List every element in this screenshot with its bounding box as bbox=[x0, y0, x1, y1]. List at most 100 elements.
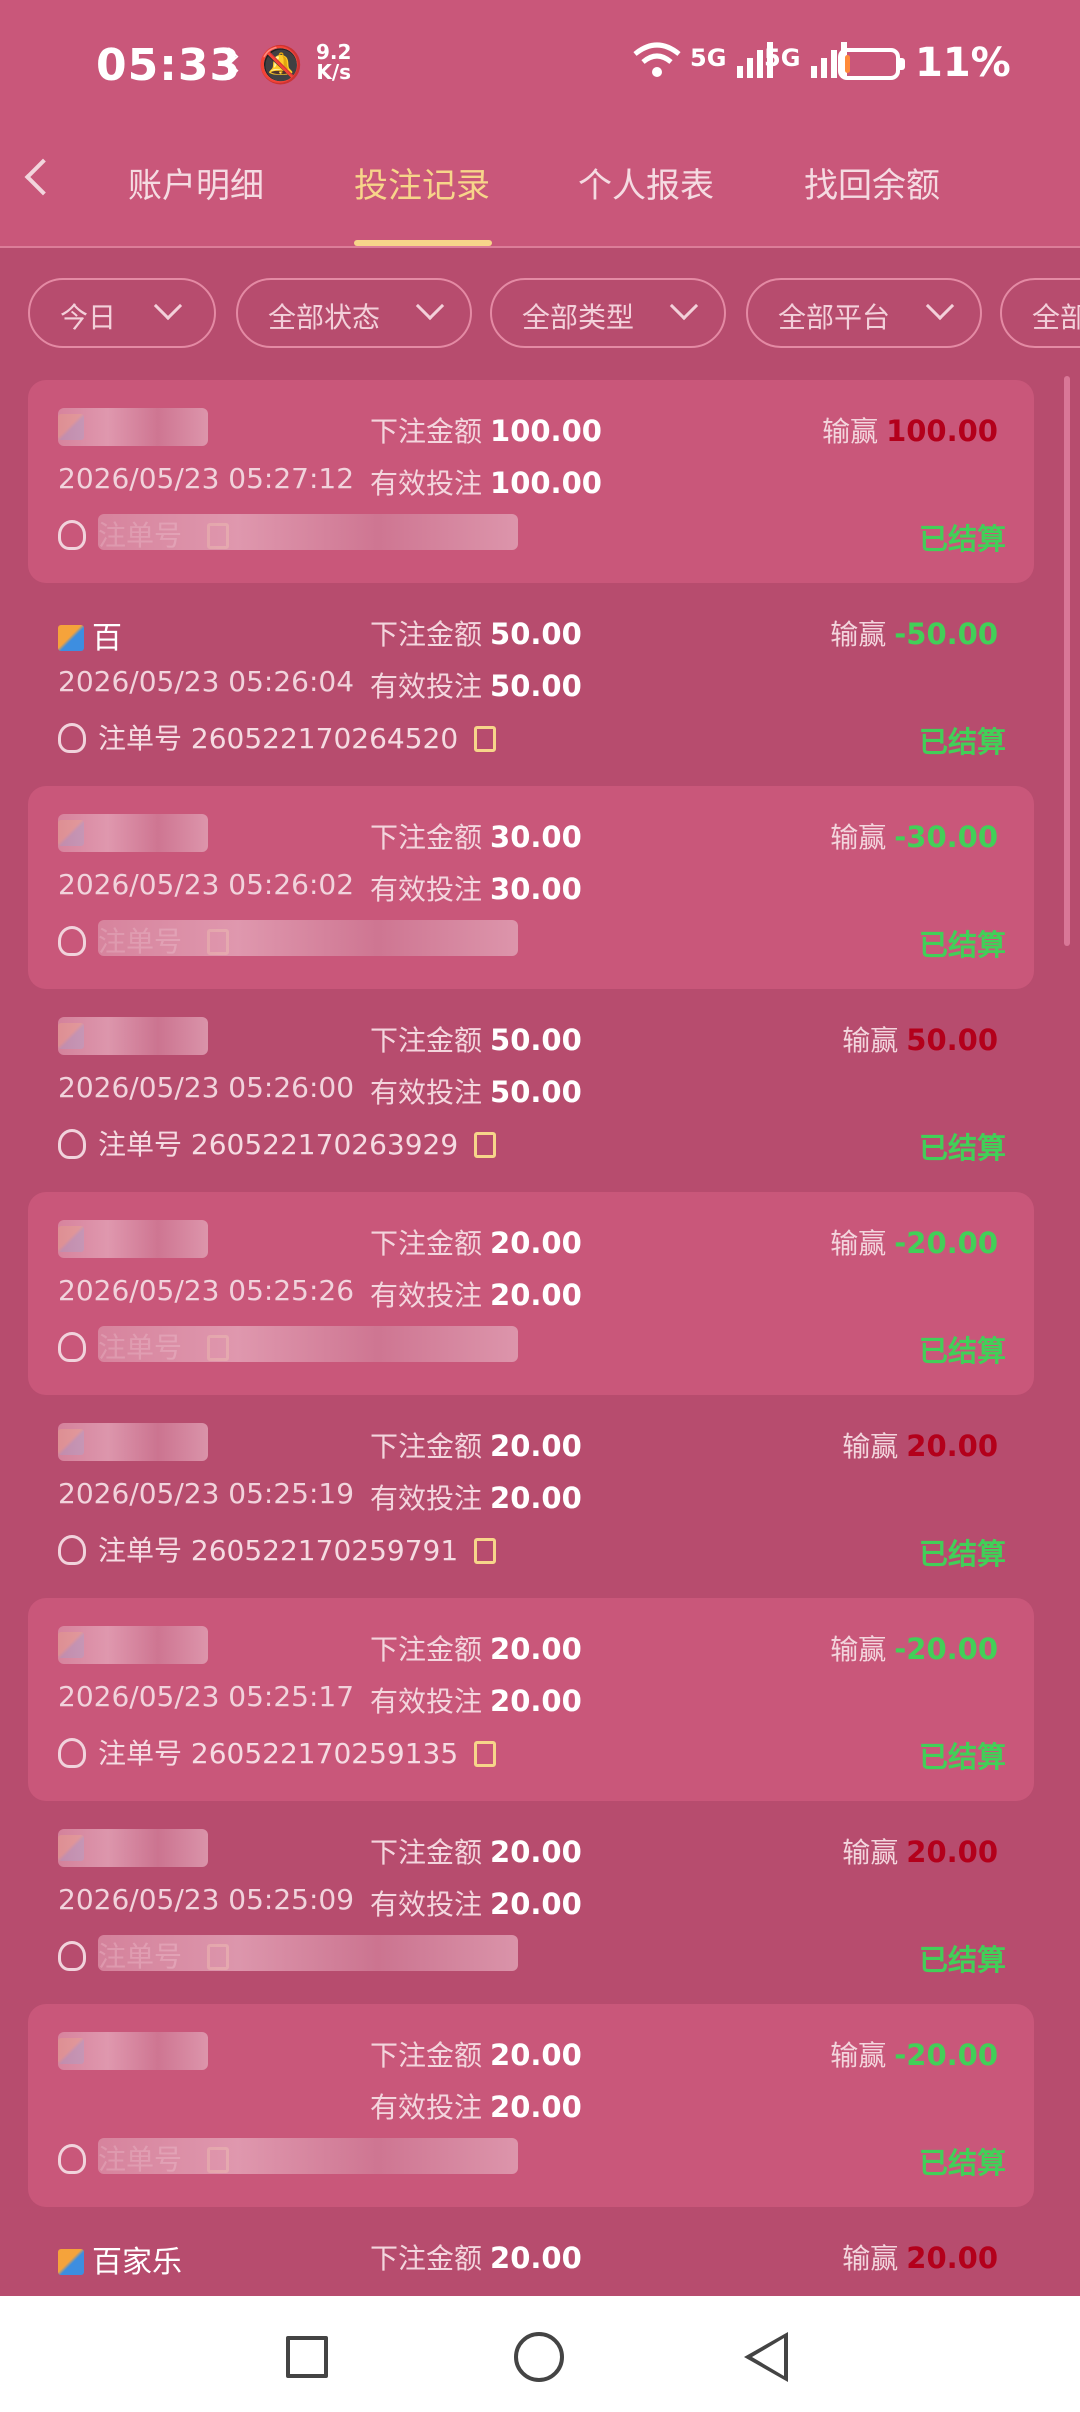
privacy-blur bbox=[58, 1017, 208, 1055]
user-avatar-icon bbox=[58, 520, 86, 550]
win-loss-label: 输赢 bbox=[830, 2039, 887, 2072]
win-loss: 输赢 -20.00 bbox=[830, 1222, 998, 1262]
copy-icon[interactable] bbox=[474, 1132, 497, 1158]
settled-status: 已结算 bbox=[918, 1943, 1006, 1977]
bet-amount-label: 下注金额 bbox=[370, 1633, 483, 1666]
valid-bet: 有效投注 20.00 bbox=[370, 1477, 582, 1517]
bet-record-row[interactable]: 2026/05/23 05:25:19 下注金额 20.00 有效投注 20.00 输赢 2… bbox=[28, 1395, 1034, 1598]
win-loss: 输赢 20.00 bbox=[842, 2237, 998, 2277]
bet-amount: 下注金额 20.00 bbox=[370, 2034, 582, 2074]
bet-amount-value: 20.00 bbox=[490, 2038, 582, 2072]
bet-time: 2026/05/23 05:26:02 bbox=[58, 868, 355, 901]
win-loss: 输赢 -20.00 bbox=[830, 2034, 998, 2074]
filter-type[interactable]: 全部类型 bbox=[490, 278, 726, 348]
bet-record-row[interactable]: 2026/05/23 05:26:02 下注金额 30.00 有效投注 30.00 输赢 -… bbox=[28, 786, 1034, 989]
win-loss: 输赢 100.00 bbox=[822, 410, 998, 450]
mute-bell-icon: 🔕 bbox=[258, 45, 303, 86]
bet-amount-value: 20.00 bbox=[490, 1835, 582, 1869]
valid-bet-label: 有效投注 bbox=[370, 1482, 483, 1515]
game-name-text: 百 bbox=[92, 621, 122, 656]
battery-tip bbox=[900, 58, 905, 70]
recent-apps-icon[interactable] bbox=[286, 2336, 328, 2378]
filter-more[interactable]: 全部 bbox=[1000, 278, 1080, 348]
bet-amount-value: 30.00 bbox=[490, 820, 582, 854]
bet-amount: 下注金额 20.00 bbox=[370, 1425, 582, 1465]
valid-bet: 有效投注 50.00 bbox=[370, 1071, 582, 1111]
privacy-blur bbox=[58, 814, 208, 852]
valid-bet: 有效投注 30.00 bbox=[370, 868, 582, 908]
scrollbar[interactable] bbox=[1064, 376, 1070, 946]
valid-bet-label: 有效投注 bbox=[370, 1076, 483, 1109]
valid-bet-value: 100.00 bbox=[490, 466, 602, 500]
copy-icon[interactable] bbox=[474, 726, 497, 752]
valid-bet-label: 有效投注 bbox=[370, 1279, 483, 1312]
valid-bet-label: 有效投注 bbox=[370, 1888, 483, 1921]
valid-bet-label: 有效投注 bbox=[370, 2091, 483, 2124]
user-avatar-icon bbox=[58, 1941, 86, 1971]
privacy-blur bbox=[98, 1326, 518, 1362]
privacy-blur bbox=[58, 1829, 208, 1867]
settled-status: 已结算 bbox=[918, 1740, 1006, 1774]
game-name: 百 bbox=[58, 613, 122, 657]
bet-record-row[interactable]: 百 2026/05/23 05:26:04 下注金额 50.00 有效投注 50.00 输赢… bbox=[28, 583, 1034, 786]
filter-status[interactable]: 全部状态 bbox=[236, 278, 472, 348]
win-loss-label: 输赢 bbox=[842, 1430, 899, 1463]
tab-personal-report[interactable]: 个人报表 bbox=[578, 158, 714, 207]
valid-bet: 有效投注 100.00 bbox=[370, 462, 602, 502]
copy-icon[interactable] bbox=[474, 1538, 497, 1564]
valid-bet-value: 50.00 bbox=[490, 1075, 582, 1109]
bet-record-row[interactable]: 2026/05/23 05:25:26 下注金额 20.00 有效投注 20.00 输赢 -… bbox=[28, 1192, 1034, 1395]
win-loss: 输赢 -30.00 bbox=[830, 816, 998, 856]
settled-status: 已结算 bbox=[918, 928, 1006, 962]
bet-amount-label: 下注金额 bbox=[370, 618, 483, 651]
bet-amount-value: 50.00 bbox=[490, 617, 582, 651]
bet-amount-label: 下注金额 bbox=[370, 1024, 483, 1057]
bet-time: 2026/05/23 05:26:04 bbox=[58, 665, 355, 698]
bet-time: 2026/05/23 05:25:17 bbox=[58, 1680, 355, 1713]
win-loss-label: 输赢 bbox=[830, 1227, 887, 1260]
valid-bet-value: 50.00 bbox=[490, 669, 582, 703]
order-value: 260522170259791 bbox=[190, 1534, 459, 1567]
valid-bet-label: 有效投注 bbox=[370, 670, 483, 703]
order-label: 注单号 bbox=[98, 1737, 183, 1770]
chevron-down-icon bbox=[925, 291, 955, 321]
chevron-down-icon bbox=[153, 291, 183, 321]
order-label: 注单号 bbox=[98, 1534, 183, 1567]
net-speed: 9.2 K/s bbox=[316, 42, 351, 82]
privacy-blur bbox=[98, 1935, 518, 1971]
home-icon[interactable] bbox=[514, 2332, 564, 2382]
order-value: 260522170263929 bbox=[190, 1128, 459, 1161]
valid-bet-value: 30.00 bbox=[490, 872, 582, 906]
tab-account-details[interactable]: 账户明细 bbox=[128, 158, 264, 207]
back-triangle-inner bbox=[752, 2338, 784, 2376]
filter-date[interactable]: 今日 bbox=[28, 278, 216, 348]
tab-bet-records[interactable]: 投注记录 bbox=[354, 158, 490, 207]
tab-recover-balance[interactable]: 找回余额 bbox=[804, 158, 940, 207]
bet-amount-label: 下注金额 bbox=[370, 1227, 483, 1260]
bet-record-row[interactable]: 2026/05/23 05:26:00 下注金额 50.00 有效投注 50.00 输赢 5… bbox=[28, 989, 1034, 1192]
valid-bet-value: 20.00 bbox=[490, 1481, 582, 1515]
bet-amount-label: 下注金额 bbox=[370, 1836, 483, 1869]
win-loss-value: -50.00 bbox=[894, 617, 998, 651]
active-tab-indicator bbox=[354, 240, 492, 246]
win-loss-value: -20.00 bbox=[894, 2038, 998, 2072]
bet-record-row[interactable]: 2026/05/23 05:25:09 下注金额 20.00 有效投注 20.00 输赢 2… bbox=[28, 1801, 1034, 2004]
bet-record-row[interactable]: 2026/05/23 05:27:12 下注金额 100.00 有效投注 100.00 输… bbox=[28, 380, 1034, 583]
filter-date-label: 今日 bbox=[60, 301, 117, 334]
bet-amount: 下注金额 50.00 bbox=[370, 1019, 582, 1059]
valid-bet: 有效投注 50.00 bbox=[370, 665, 582, 705]
settled-status: 已结算 bbox=[918, 725, 1006, 759]
order-value: 260522170264520 bbox=[190, 722, 459, 755]
filter-platform[interactable]: 全部平台 bbox=[746, 278, 982, 348]
bet-amount: 下注金额 50.00 bbox=[370, 613, 582, 653]
net-speed-value: 9.2 bbox=[316, 40, 352, 64]
bet-record-row[interactable]: 2026/05/23 05:25:17 下注金额 20.00 有效投注 20.00 输赢 -… bbox=[28, 1598, 1034, 1801]
valid-bet-label: 有效投注 bbox=[370, 873, 483, 906]
privacy-blur bbox=[58, 1220, 208, 1258]
win-loss-label: 输赢 bbox=[830, 1633, 887, 1666]
copy-icon[interactable] bbox=[474, 1741, 497, 1767]
win-loss-label: 输赢 bbox=[842, 2242, 899, 2275]
signal-5g-label-2: 5G bbox=[764, 44, 801, 72]
win-loss: 输赢 20.00 bbox=[842, 1425, 998, 1465]
bet-record-row[interactable]: 下注金额20.00有效投注20.00输赢-20.00注单号 已结算 bbox=[28, 2004, 1034, 2207]
